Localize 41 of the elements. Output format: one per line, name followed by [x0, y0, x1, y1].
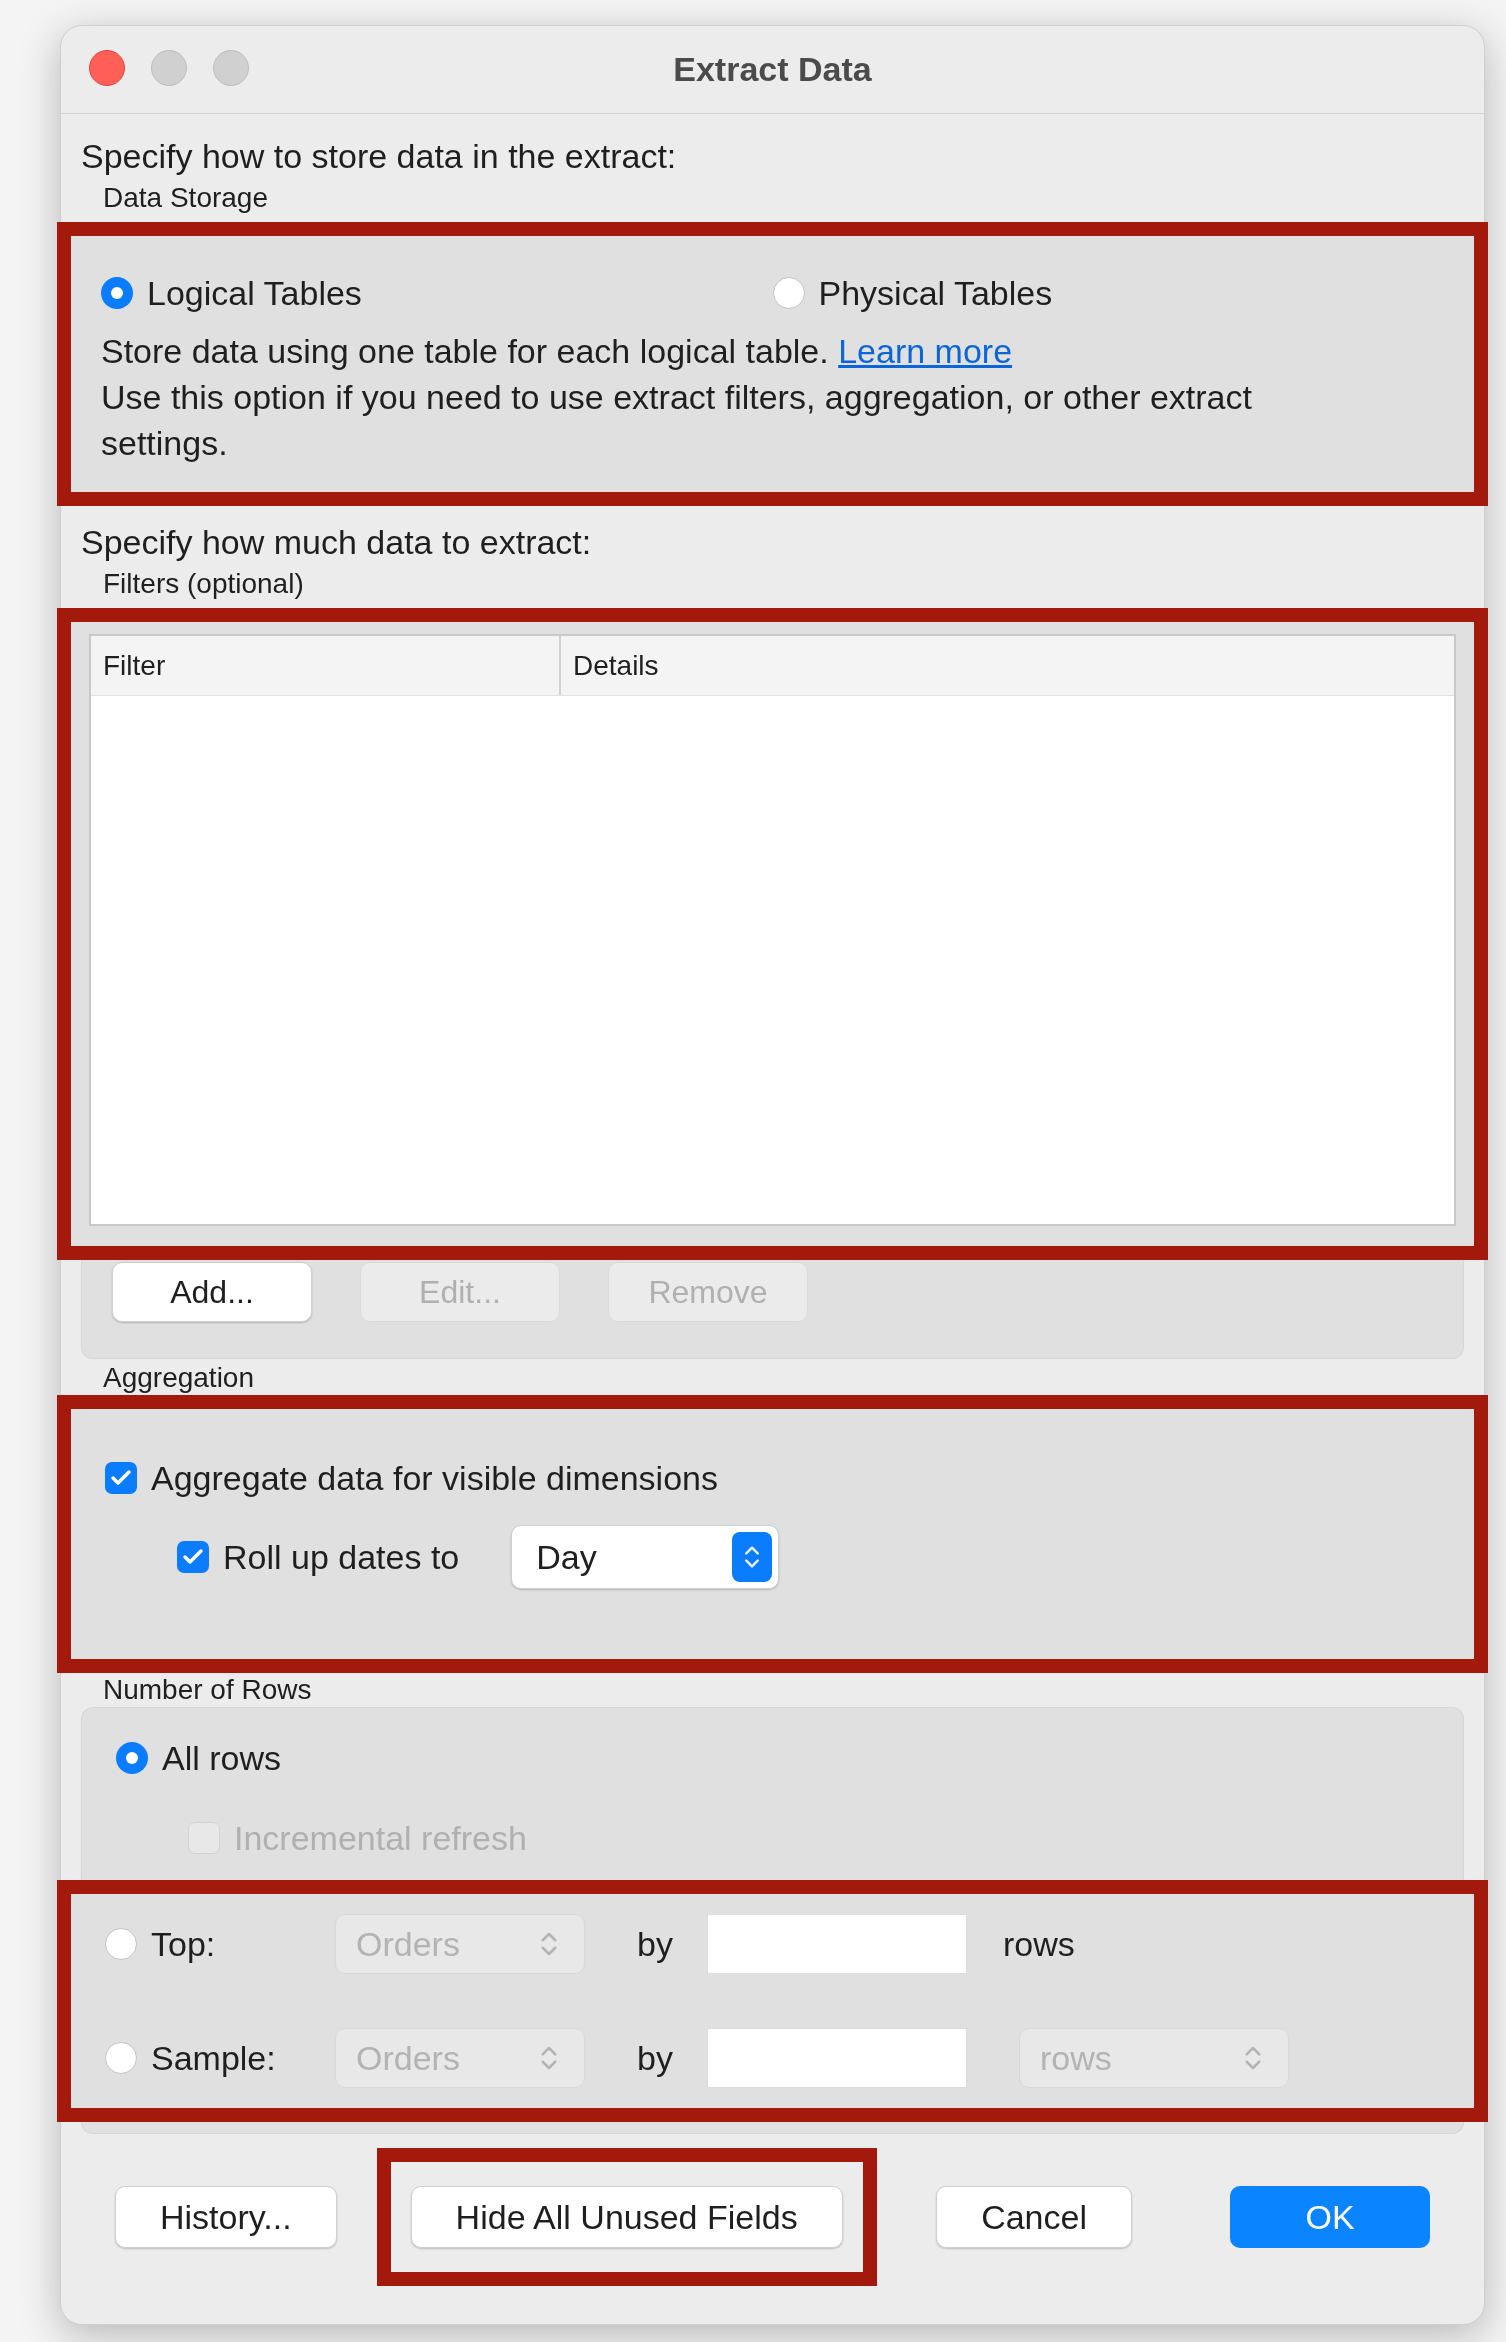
dialog-button[interactable]: Cancel [936, 2186, 1132, 2248]
radio-label: Sample: [151, 2037, 277, 2079]
zoom-button[interactable] [213, 50, 249, 86]
checkbox-label: Roll up dates to [223, 1536, 460, 1578]
dialog-button[interactable]: History... [115, 2186, 337, 2248]
radio-button[interactable] [116, 1742, 148, 1774]
window-title: Extract Data [673, 49, 872, 90]
section-heading: Specify how to store data in the extract: [81, 136, 678, 177]
checkbox[interactable] [105, 1462, 137, 1494]
radio-button[interactable] [101, 277, 133, 309]
count-field[interactable] [707, 1914, 967, 1974]
close-button[interactable] [89, 50, 125, 86]
column-header[interactable]: Details [561, 636, 1454, 695]
column-header[interactable]: Filter [91, 636, 561, 695]
date-level-dropdown[interactable]: Day [511, 1525, 780, 1589]
by-label: by [637, 2037, 674, 2079]
radio-label: Logical Tables [147, 272, 362, 314]
radio-label: All rows [162, 1737, 282, 1779]
group-label: Filters (optional) [103, 567, 305, 601]
radio-button[interactable] [772, 277, 805, 309]
dialog-button[interactable]: Hide All Unused Fields [410, 2186, 843, 2248]
minimize-button[interactable] [151, 50, 187, 86]
learn-more-link[interactable]: Learn more [838, 332, 1013, 370]
radio-label: Physical Tables [818, 272, 1053, 314]
section-heading: Specify how much data to extract: [81, 522, 593, 563]
description-text: Store data using one table for each logical table. Learn more [101, 331, 1014, 372]
group-label: Aggregation [103, 1361, 255, 1395]
filter-button[interactable]: Add... [112, 1262, 312, 1322]
group-label: Data Storage [103, 181, 269, 215]
chevrons-icon [732, 1532, 773, 1582]
radio-button[interactable] [105, 1928, 137, 1960]
dialog-button[interactable]: OK [1230, 2186, 1430, 2248]
checkbox[interactable] [177, 1541, 209, 1573]
group-label: Number of Rows [103, 1673, 313, 1707]
unit-label: rows [1003, 1923, 1075, 1965]
radio-label: Top: [151, 1923, 217, 1965]
by-label: by [637, 1923, 674, 1965]
note-text: Use this option if you need to use extract filters, aggregation, or other extract settings. [101, 377, 1253, 464]
count-field[interactable] [707, 2028, 967, 2088]
checkbox-label: Aggregate data for visible dimensions [151, 1457, 718, 1499]
radio-button[interactable] [105, 2042, 137, 2074]
